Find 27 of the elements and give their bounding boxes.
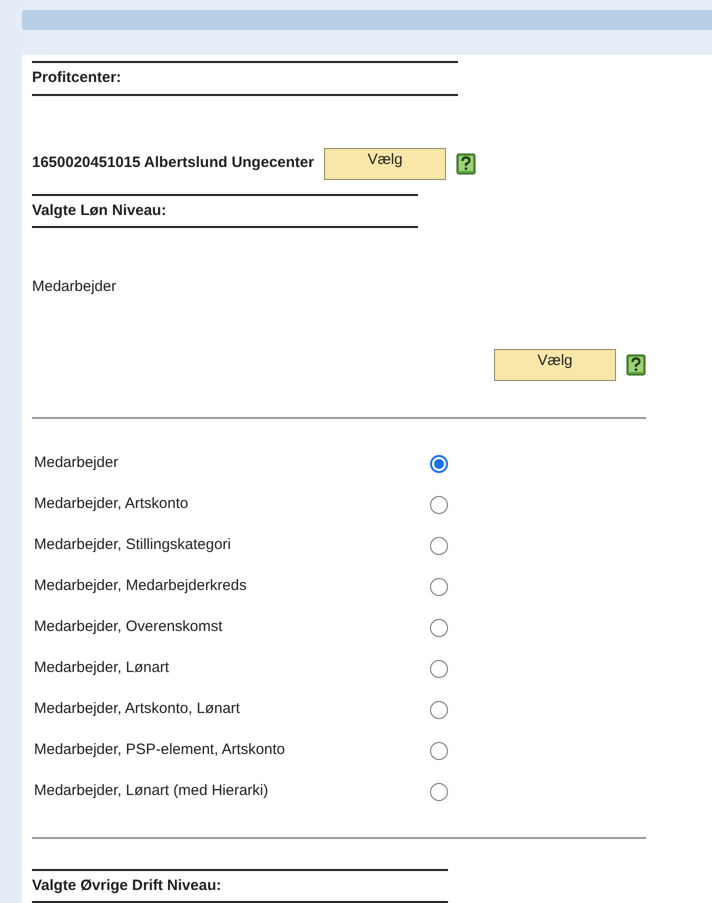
option-label: Medarbejder, Lønart (med Hierarki) bbox=[34, 781, 270, 802]
help-icon[interactable] bbox=[626, 354, 646, 376]
level-value: Medarbejder bbox=[32, 277, 118, 297]
radio-button[interactable] bbox=[430, 454, 448, 472]
option-label: Medarbejder, Medarbejderkreds bbox=[34, 576, 248, 596]
radio-button[interactable] bbox=[430, 660, 448, 678]
option-label: Medarbejder bbox=[34, 453, 120, 474]
option-label: Medarbejder, Lønart bbox=[34, 658, 170, 678]
section-heading: Profitcenter: bbox=[32, 61, 458, 96]
section-heading: Valgte Løn Niveau: bbox=[32, 194, 418, 228]
option-label: Medarbejder, PSP-element, Artskonto bbox=[34, 740, 286, 760]
radio-button[interactable] bbox=[430, 782, 448, 800]
radio-button[interactable] bbox=[430, 578, 448, 596]
radio-button[interactable] bbox=[430, 536, 448, 554]
radio-button[interactable] bbox=[430, 700, 448, 718]
option-label: Medarbejder, Overenskomst bbox=[34, 617, 224, 638]
select-button[interactable]: Vælg bbox=[494, 348, 616, 380]
radio-button[interactable] bbox=[430, 618, 448, 636]
option-label: Medarbejder, Stillingskategori bbox=[34, 535, 232, 556]
section-heading: Valgte Øvrige Drift Niveau: bbox=[32, 868, 448, 903]
help-icon[interactable] bbox=[456, 152, 476, 174]
profitcenter-value: 1650020451015 Albertslund Ungecenter bbox=[32, 153, 314, 174]
select-button[interactable]: Vælg bbox=[324, 148, 446, 180]
radio-button[interactable] bbox=[430, 742, 448, 760]
radio-button[interactable] bbox=[430, 496, 448, 514]
option-label: Medarbejder, Artskonto, Lønart bbox=[34, 699, 241, 720]
option-label: Medarbejder, Artskonto bbox=[34, 494, 190, 514]
